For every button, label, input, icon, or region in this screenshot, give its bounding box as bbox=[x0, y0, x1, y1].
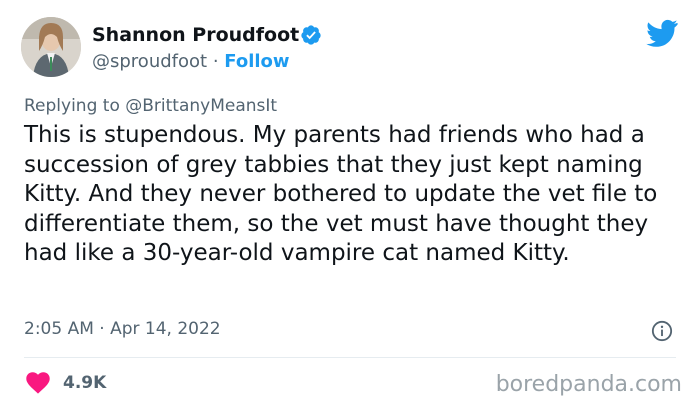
reply-prefix: Replying to bbox=[24, 96, 120, 116]
reply-target-link[interactable]: @BrittanyMeansIt bbox=[125, 96, 277, 116]
tweet-card: Shannon Proudfoot @sproudfoot · Follow R… bbox=[0, 0, 700, 410]
info-icon[interactable] bbox=[651, 320, 673, 342]
tweet-time: 2:05 AM bbox=[24, 319, 94, 339]
watermark: boredpanda.com bbox=[495, 372, 682, 397]
tweet-date: Apr 14, 2022 bbox=[110, 319, 221, 339]
twitter-bird-icon[interactable] bbox=[646, 19, 678, 47]
author-handle[interactable]: @sproudfoot bbox=[92, 51, 207, 72]
like-count: 4.9K bbox=[63, 373, 107, 393]
follow-button[interactable]: Follow bbox=[224, 51, 289, 72]
verified-badge-icon bbox=[301, 25, 321, 45]
timestamp-link[interactable]: 2:05 AM · Apr 14, 2022 bbox=[24, 319, 221, 339]
avatar-image bbox=[21, 17, 81, 77]
divider bbox=[24, 357, 676, 358]
handle-separator: · bbox=[212, 51, 219, 72]
handle-row: @sproudfoot · Follow bbox=[92, 51, 290, 72]
heart-icon bbox=[26, 372, 50, 394]
tweet-body: This is stupendous. My parents had frien… bbox=[24, 122, 658, 266]
tweet-text: This is stupendous. My parents had frien… bbox=[24, 121, 664, 269]
reply-line: Replying to @BrittanyMeansIt bbox=[24, 96, 277, 116]
avatar[interactable] bbox=[21, 17, 81, 77]
author-name[interactable]: Shannon Proudfoot bbox=[92, 24, 299, 46]
like-button[interactable]: 4.9K bbox=[26, 370, 106, 396]
meta-separator: · bbox=[99, 319, 105, 339]
